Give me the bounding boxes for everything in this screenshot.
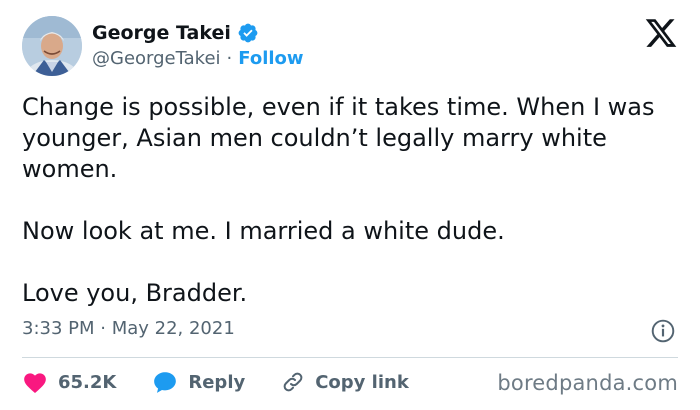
author-handle-row: @GeorgeTakei · Follow: [92, 48, 304, 69]
like-button[interactable]: 65.2K: [22, 370, 116, 394]
link-icon: [283, 372, 303, 392]
reply-button[interactable]: Reply: [152, 370, 245, 394]
copy-link-label: Copy link: [315, 371, 409, 393]
reply-label: Reply: [188, 371, 246, 393]
author-name[interactable]: George Takei: [92, 22, 231, 44]
watermark: boredpanda.com: [497, 371, 678, 395]
tweet-paragraph: Change is possible, even if it takes tim…: [22, 93, 655, 183]
tweet-card: George Takei @GeorgeTakei · Follow Chang…: [0, 0, 700, 410]
copy-link-button[interactable]: Copy link: [281, 370, 409, 394]
separator: ·: [226, 48, 233, 69]
follow-button[interactable]: Follow: [238, 48, 303, 69]
tweet-paragraph: Love you, Bradder.: [22, 279, 248, 307]
like-count: 65.2K: [58, 371, 117, 393]
tweet-paragraph: Now look at me. I married a white dude.: [22, 217, 505, 245]
verified-badge-icon: [238, 23, 258, 43]
heart-icon: [24, 373, 46, 394]
reply-bubble-icon: [154, 372, 177, 393]
divider: [22, 357, 678, 358]
x-logo-icon[interactable]: [644, 16, 678, 50]
avatar[interactable]: [22, 16, 82, 76]
action-bar: 65.2K Reply Copy link: [22, 370, 445, 394]
author-name-row: George Takei: [92, 22, 259, 44]
tweet-text: Change is possible, even if it takes tim…: [22, 92, 662, 309]
tweet-timestamp[interactable]: 3:33 PM · May 22, 2021: [22, 318, 235, 339]
author-handle[interactable]: @GeorgeTakei: [92, 48, 221, 69]
info-icon[interactable]: [650, 318, 676, 344]
